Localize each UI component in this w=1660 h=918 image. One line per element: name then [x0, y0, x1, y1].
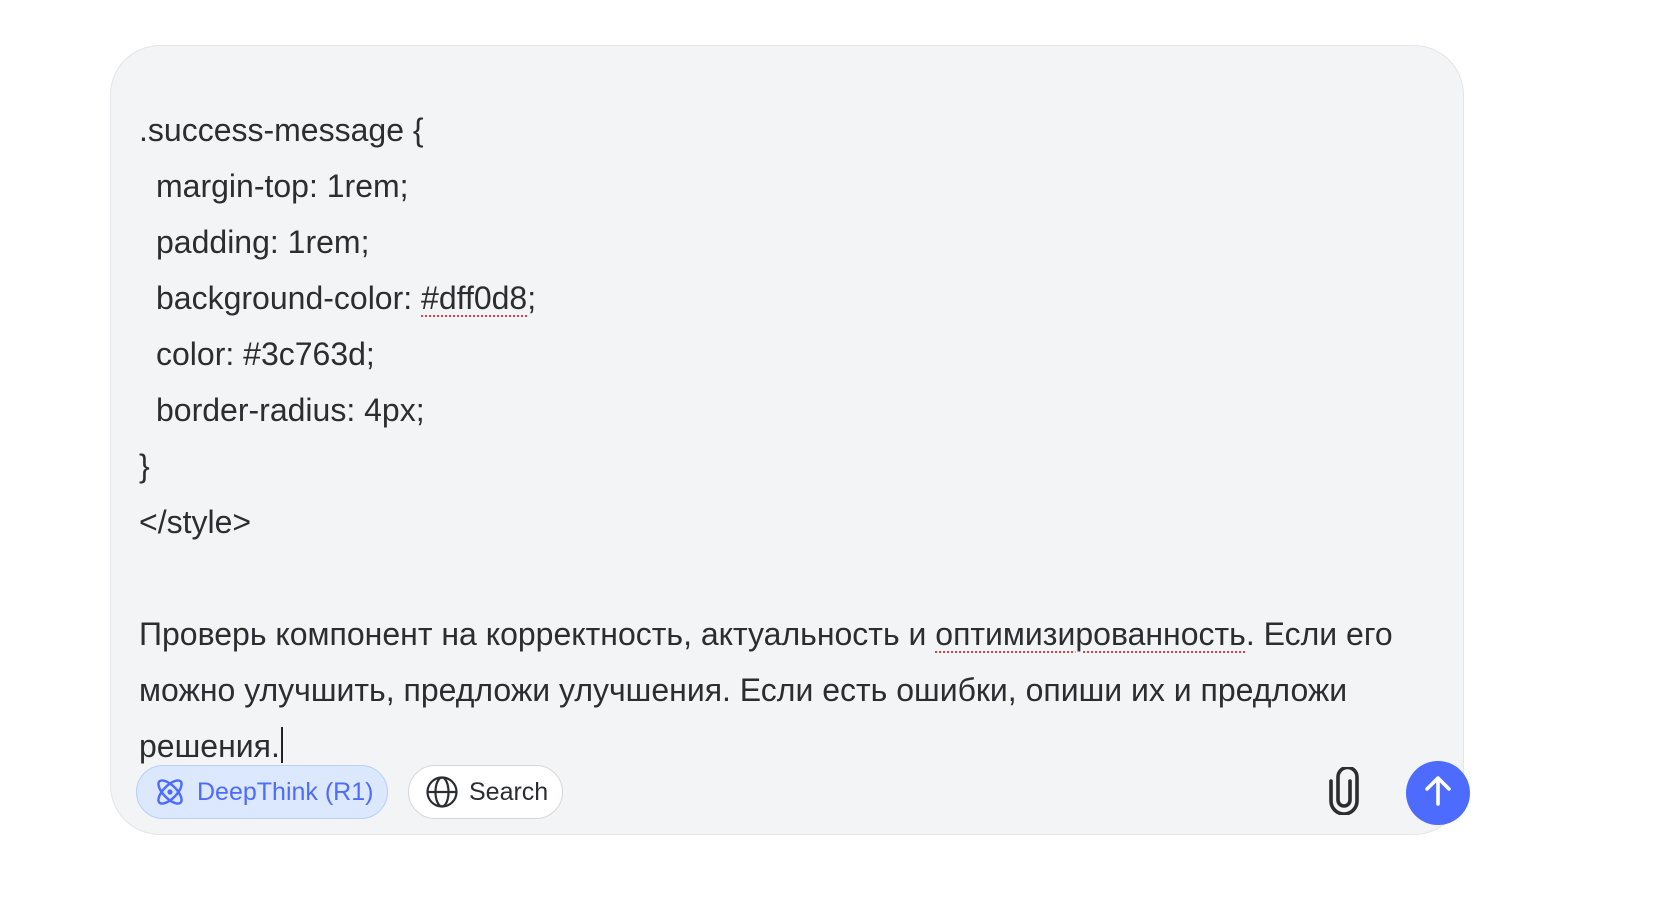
globe-icon	[424, 774, 460, 810]
code-line: }	[139, 448, 150, 484]
code-text: ;	[527, 280, 537, 316]
message-input[interactable]: .success-message { margin-top: 1rem; pad…	[139, 102, 1449, 774]
send-button[interactable]	[1406, 761, 1470, 825]
prompt-line: Проверь компонент на корректность, актуа…	[139, 606, 1449, 662]
prompt-text: Проверь компонент на корректность, актуа…	[139, 616, 936, 652]
code-line: border-radius: 4px;	[156, 392, 425, 428]
code-line: margin-top: 1rem;	[156, 168, 409, 204]
atom-icon	[152, 774, 188, 810]
paperclip-icon	[1324, 765, 1364, 820]
deepthink-label: DeepThink (R1)	[197, 777, 374, 806]
code-text: background-color:	[156, 280, 422, 316]
attach-file-button[interactable]	[1321, 765, 1367, 820]
search-label: Search	[469, 777, 549, 806]
spellcheck-flagged-word: оптимизированность	[935, 616, 1246, 652]
code-line: background-color: #dff0d8;	[139, 270, 1449, 326]
composer-toolbar: DeepThink (R1) Search	[136, 756, 1470, 825]
spellcheck-flagged-word: #dff0d8	[421, 280, 528, 316]
chat-composer: .success-message { margin-top: 1rem; pad…	[110, 45, 1470, 835]
deepthink-toggle-button[interactable]: DeepThink (R1)	[136, 765, 388, 819]
arrow-up-icon	[1421, 774, 1455, 813]
prompt-text: . Если его	[1245, 616, 1393, 652]
code-line: color: #3c763d;	[156, 336, 375, 372]
code-line: </style>	[139, 504, 252, 540]
code-line: padding: 1rem;	[156, 224, 370, 260]
prompt-line: можно улучшить, предложи улучшения. Если…	[139, 672, 1348, 708]
code-line: .success-message {	[139, 112, 424, 148]
search-toggle-button[interactable]: Search	[408, 765, 563, 819]
